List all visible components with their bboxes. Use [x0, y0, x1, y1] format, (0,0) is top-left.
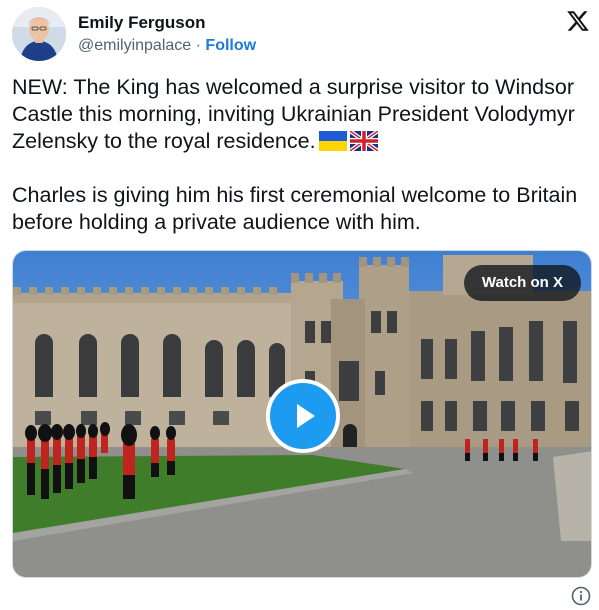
tweet-header: Emily Ferguson @emilyinpalace · Follow: [12, 7, 592, 63]
video-player[interactable]: Watch on X: [12, 250, 592, 578]
author-handle[interactable]: @emilyinpalace: [78, 37, 191, 54]
handle-row: @emilyinpalace · Follow: [78, 37, 256, 55]
info-icon[interactable]: [571, 586, 591, 606]
separator: ·: [195, 37, 201, 54]
tweet-card: Emily Ferguson @emilyinpalace · Follow N…: [0, 0, 599, 610]
play-icon: [297, 404, 315, 428]
watch-on-x-button[interactable]: Watch on X: [463, 265, 581, 301]
x-logo-icon[interactable]: [566, 9, 590, 33]
avatar[interactable]: [12, 7, 66, 61]
author-name[interactable]: Emily Ferguson: [78, 13, 206, 33]
tweet-text: NEW: The King has welcomed a surprise vi…: [12, 74, 594, 236]
uk-flag-icon: [349, 131, 378, 151]
ukraine-flag-icon: [318, 131, 347, 151]
tweet-paragraph-1-text: NEW: The King has welcomed a surprise vi…: [12, 75, 575, 153]
play-button[interactable]: [266, 379, 340, 453]
avatar-image: [12, 7, 66, 61]
follow-button[interactable]: Follow: [205, 37, 256, 54]
tweet-paragraph-2: Charles is giving him his first ceremoni…: [12, 183, 578, 234]
tweet-paragraph-1: NEW: The King has welcomed a surprise vi…: [12, 74, 594, 155]
